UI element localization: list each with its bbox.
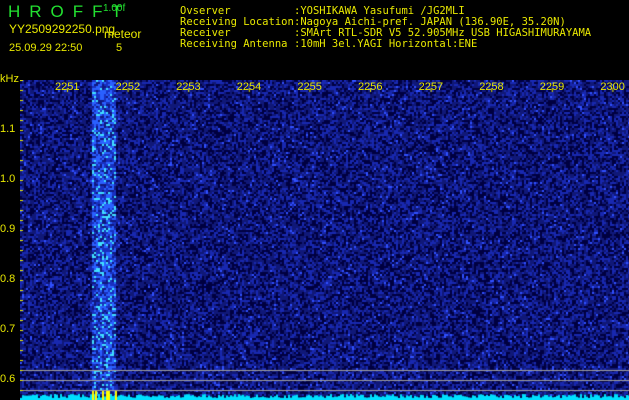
y-tick-label: 0.7 [0,323,16,335]
y-tick-label: 1.1 [0,123,16,135]
time-label: 2258 [479,81,504,93]
time-label: 2255 [297,81,322,93]
time-label: 2259 [539,81,565,93]
spectrogram [20,80,629,400]
time-label: 2253 [176,81,201,93]
y-unit-label: kHz [0,73,19,85]
y-tick-label: 0.6 [0,373,16,385]
time-label: 2254 [236,81,262,93]
datetime: 25.09.29 22:50 [9,42,83,54]
time-label: 2256 [358,81,383,93]
info-value: :10mH 3el.YAGI Horizontal:ENE [294,38,478,50]
y-tick-label: 1.0 [0,173,16,185]
filename: YY2509292250.png [9,22,116,36]
meteor-count: 5 [116,42,123,54]
info-label: Receiving Antenna [180,38,288,50]
version-label: 1.00f [103,3,126,14]
y-tick-label: 0.9 [0,223,16,235]
time-label: 2251 [55,81,80,93]
time-label: 2300 [600,81,625,93]
y-tick-label: 0.8 [0,273,16,285]
time-label: 2257 [418,81,444,93]
meteor-label: meteor [104,27,142,41]
time-label: 2252 [115,81,141,93]
